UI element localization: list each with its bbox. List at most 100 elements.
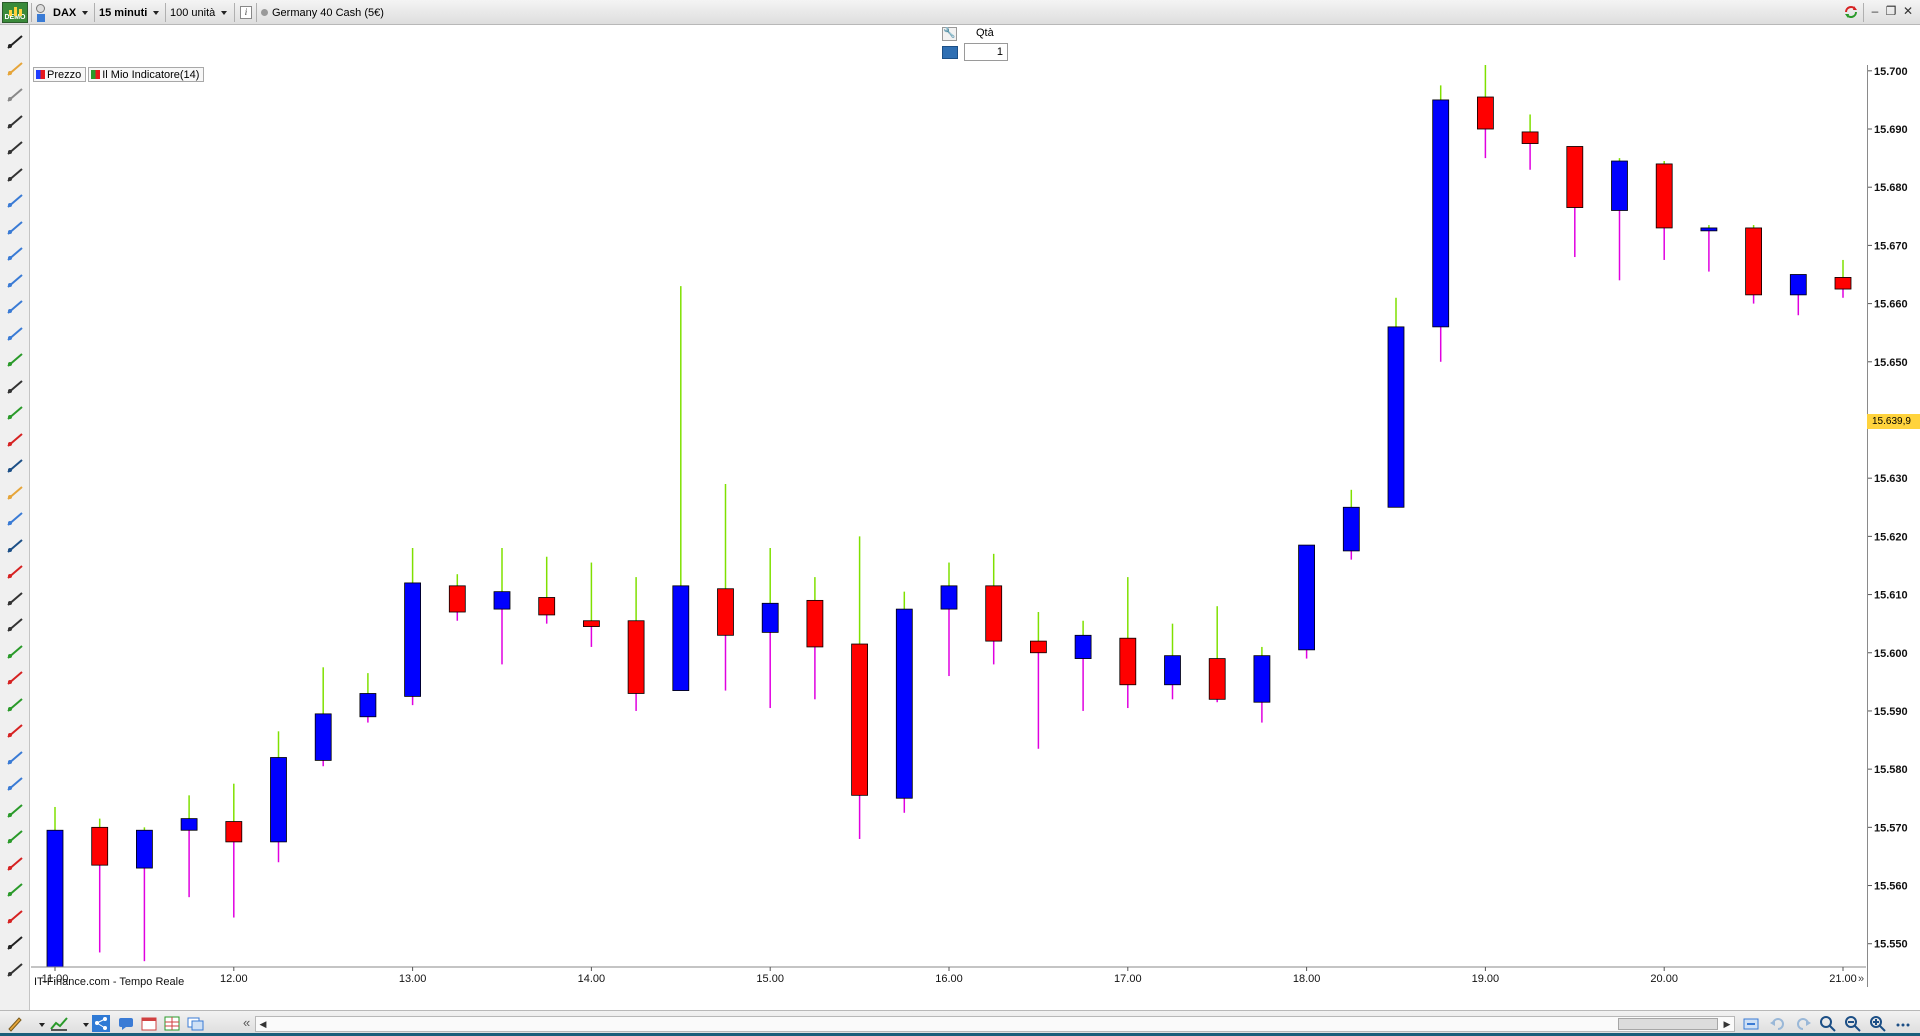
info-icon[interactable]: i <box>240 6 252 19</box>
wrench-icon[interactable]: 🔧 <box>942 27 957 41</box>
indicator-swatch-icon <box>91 70 101 79</box>
candle-body <box>1611 160 1628 211</box>
chevron-down-icon[interactable] <box>83 1023 89 1027</box>
toolbar-separator <box>31 3 32 22</box>
right-arrow-icon[interactable] <box>6 934 24 952</box>
candlestick-chart[interactable]: 11.00 12.00 13.00 14.00 15.00 16.00 17.00 18.00… <box>31 65 1866 987</box>
scroll-right-icon: » <box>1858 973 1864 985</box>
candle <box>985 553 1003 665</box>
undo-icon[interactable] <box>1769 1015 1787 1032</box>
red-hline-icon[interactable] <box>6 722 24 740</box>
range-icon[interactable] <box>6 775 24 793</box>
legend-price[interactable]: Prezzo <box>33 67 87 82</box>
instrument-list-icon[interactable] <box>36 4 45 13</box>
candle-body <box>1834 277 1852 290</box>
rectangle-icon[interactable] <box>6 510 24 528</box>
bell-icon[interactable] <box>6 60 24 78</box>
qty-input[interactable]: 1 <box>964 43 1008 61</box>
red-line-icon[interactable] <box>6 669 24 687</box>
fit-chart-icon[interactable] <box>1742 1015 1760 1032</box>
price-axis-labels: 15.700 15.690 15.680 15.670 15.660 15.650 15.6… <box>1868 66 1908 951</box>
eraser-icon[interactable] <box>6 563 24 581</box>
percent-icon[interactable] <box>6 749 24 767</box>
share-icon[interactable] <box>92 1015 110 1032</box>
triangle-icon[interactable] <box>6 537 24 555</box>
scrollbar-thumb[interactable] <box>1618 1018 1718 1030</box>
candle-body <box>1700 227 1718 232</box>
ellipse-icon[interactable] <box>6 457 24 475</box>
line-icon[interactable] <box>6 113 24 131</box>
scroll-right-icon[interactable]: ▶ <box>1721 1018 1733 1030</box>
up-arrow-icon[interactable] <box>6 404 24 422</box>
window-icon[interactable] <box>186 1015 204 1032</box>
more-icon[interactable] <box>6 961 24 979</box>
y-tick-label: 15.560 <box>1874 881 1908 893</box>
measure-icon[interactable] <box>6 802 24 820</box>
arrow-line-icon[interactable] <box>6 378 24 396</box>
candle <box>717 483 734 691</box>
cross-icon[interactable] <box>6 855 24 873</box>
fib-retracement-icon[interactable] <box>6 272 24 290</box>
zoom-fit-icon[interactable] <box>1819 1015 1837 1032</box>
andrews-icon[interactable] <box>6 351 24 369</box>
scroll-left-icon[interactable]: ◀ <box>257 1018 269 1030</box>
candle-body <box>1164 655 1181 686</box>
y-tick-label: 15.590 <box>1874 706 1908 718</box>
candle <box>583 562 600 647</box>
candle <box>359 673 377 723</box>
horizontal-line-icon[interactable] <box>6 139 24 157</box>
zoom-out-icon[interactable] <box>1844 1015 1862 1032</box>
thumbs-down-icon[interactable] <box>6 908 24 926</box>
units-selector[interactable]: 100 unità <box>170 5 228 21</box>
legend-indicator[interactable]: Il Mio Indicatore(14) <box>88 67 205 82</box>
ruler-icon[interactable] <box>6 86 24 104</box>
close-icon[interactable]: ✕ <box>1901 4 1915 18</box>
time-scrollbar[interactable]: ◀ ▶ <box>255 1016 1735 1032</box>
candle <box>314 667 332 767</box>
down-arrow-icon[interactable] <box>6 431 24 449</box>
candle-body <box>627 620 645 694</box>
fib-fan-icon[interactable] <box>6 245 24 263</box>
candle <box>1387 297 1405 508</box>
green-hline-icon[interactable] <box>6 696 24 714</box>
fib-timezone-icon[interactable] <box>6 325 24 343</box>
calendar-icon[interactable] <box>140 1015 158 1032</box>
restore-icon[interactable]: ❐ <box>1884 4 1898 18</box>
ellipse-orange-icon[interactable] <box>6 484 24 502</box>
minimize-icon[interactable]: – <box>1868 4 1882 18</box>
pencil-icon[interactable] <box>6 33 24 51</box>
pencil-menu-icon[interactable] <box>6 1015 24 1032</box>
fibonacci-icon[interactable] <box>6 219 24 237</box>
price-axis[interactable]: 15.700 15.690 15.680 15.670 15.660 15.650 15.6… <box>1867 65 1920 987</box>
instrument-selector[interactable]: DAX <box>53 5 89 21</box>
comment-icon[interactable] <box>117 1015 135 1032</box>
candle <box>672 286 690 691</box>
candle-body <box>1432 99 1450 328</box>
channel-icon[interactable] <box>6 192 24 210</box>
table-icon[interactable] <box>163 1015 181 1032</box>
redo-icon[interactable] <box>1794 1015 1812 1032</box>
check-icon[interactable] <box>6 828 24 846</box>
timeframe-selector[interactable]: 15 minuti <box>99 5 160 21</box>
y-tick-label: 15.570 <box>1874 822 1908 834</box>
chevron-down-icon[interactable] <box>39 1023 45 1027</box>
zoom-in-icon[interactable] <box>1869 1015 1887 1032</box>
y-tick-label: 15.700 <box>1874 66 1908 78</box>
more-options-icon[interactable] <box>1894 1015 1912 1032</box>
candle-body <box>940 585 958 610</box>
chart-type-icon[interactable] <box>50 1015 68 1032</box>
thumbs-up-icon[interactable] <box>6 881 24 899</box>
scroll-start-icon[interactable]: « <box>243 1015 250 1031</box>
candle <box>1655 161 1673 260</box>
check-down-icon[interactable] <box>37 14 45 22</box>
timeframe-label: 15 minuti <box>99 7 148 19</box>
refresh-icon[interactable] <box>1843 4 1859 20</box>
candle-body <box>717 588 734 636</box>
keyboard-icon[interactable] <box>942 46 958 59</box>
fib-extension-icon[interactable] <box>6 298 24 316</box>
chart-area[interactable]: 11.00 12.00 13.00 14.00 15.00 16.00 17.00 18.00… <box>31 65 1866 987</box>
green-line-icon[interactable] <box>6 643 24 661</box>
segment-icon[interactable] <box>6 590 24 608</box>
vertical-segment-icon[interactable] <box>6 616 24 634</box>
vertical-line-icon[interactable] <box>6 166 24 184</box>
